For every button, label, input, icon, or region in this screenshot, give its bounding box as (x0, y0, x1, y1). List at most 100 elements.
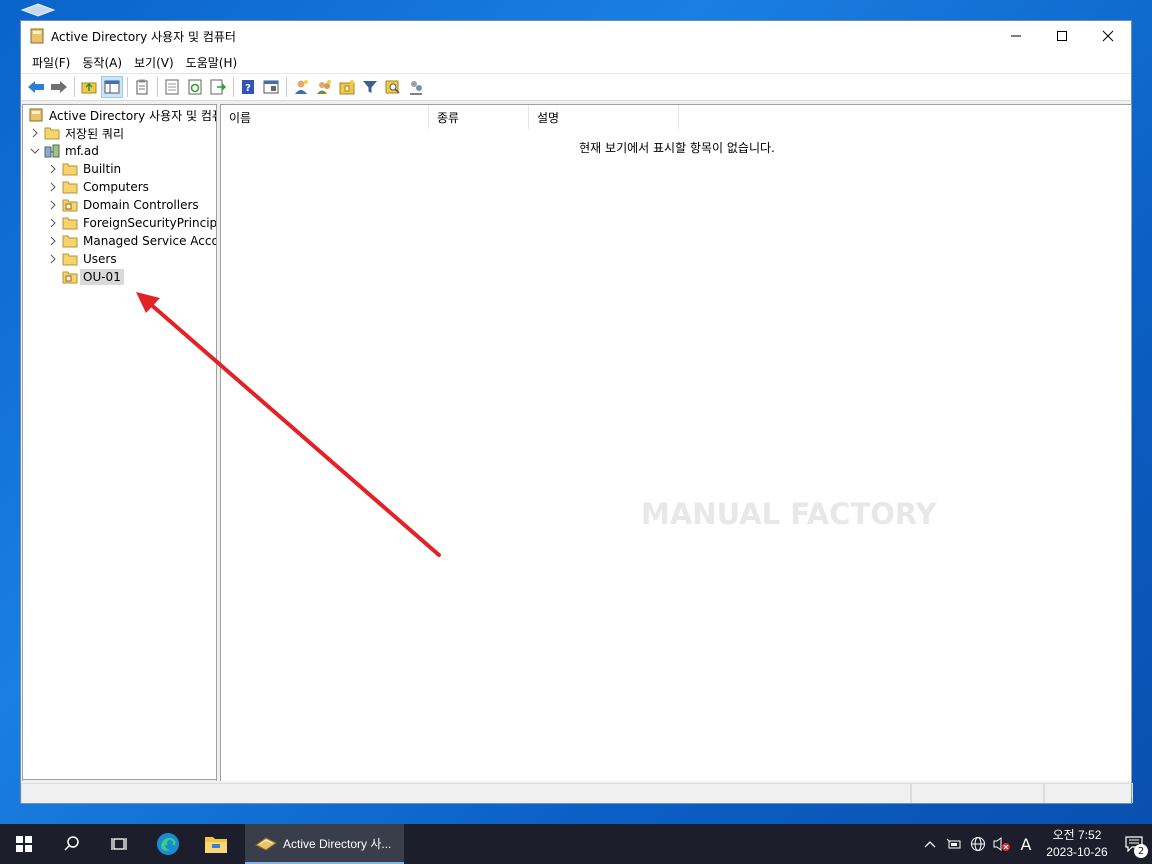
folder-icon (62, 163, 78, 176)
tree-item-ou-01[interactable]: OU-01 (46, 268, 124, 286)
tree-item-domain-controllers[interactable]: Domain Controllers (46, 196, 199, 214)
ime-mode-indicator: A (1020, 834, 1032, 854)
find-button[interactable] (382, 76, 404, 98)
tree-item-label: mf.ad (65, 144, 99, 158)
chevron-right-icon[interactable] (28, 128, 42, 138)
domain-icon (44, 144, 60, 158)
show-tree-icon (104, 80, 120, 94)
clock[interactable]: 오전 7:52 2023-10-26 (1038, 827, 1116, 861)
minimize-icon (1011, 35, 1021, 37)
title-bar: Active Directory 사용자 및 컴퓨터 (21, 21, 1131, 51)
ou-folder-icon (62, 199, 78, 212)
close-icon (1102, 30, 1114, 42)
edge-button[interactable] (144, 824, 192, 864)
folder-icon (62, 181, 78, 194)
show-hidden-icons-button[interactable] (918, 824, 942, 864)
network-button[interactable] (966, 824, 990, 864)
maximize-icon (1057, 31, 1067, 41)
find-icon (385, 80, 400, 94)
list-header: 이름 종류 설명 (221, 105, 1131, 129)
tree-item-saved-queries[interactable]: 저장된 쿼리 (28, 124, 124, 142)
ad-taskbar-icon (255, 837, 277, 851)
tree-item-label: ForeignSecurityPrincipals (83, 216, 217, 230)
properties-button[interactable] (161, 76, 183, 98)
toolbar-separator (286, 77, 287, 97)
detail-view-button[interactable] (260, 76, 282, 98)
menu-action[interactable]: 동작(A) (77, 54, 127, 71)
menu-file[interactable]: 파일(F) (27, 54, 75, 71)
battery-button[interactable] (942, 824, 966, 864)
up-one-level-button[interactable] (78, 76, 100, 98)
input-language-button[interactable]: A (1014, 824, 1038, 864)
desktop-shortcut-icon[interactable] (18, 0, 58, 18)
help-icon: ? (242, 80, 254, 94)
show-hide-tree-button[interactable] (101, 76, 123, 98)
clipboard-button[interactable] (131, 76, 153, 98)
folder-icon (44, 127, 60, 140)
tree-item-users[interactable]: Users (46, 250, 117, 268)
new-user-button[interactable] (290, 76, 312, 98)
chevron-up-icon (924, 841, 936, 848)
taskbar-app-active-directory[interactable]: Active Directory 사... (245, 824, 404, 864)
forward-button[interactable] (48, 76, 70, 98)
clock-time: 오전 7:52 (1052, 828, 1102, 842)
new-ou-button[interactable] (336, 76, 358, 98)
tree-item-builtin[interactable]: Builtin (46, 160, 121, 178)
notification-center-button[interactable]: 2 (1116, 824, 1152, 864)
tree-item-label: Builtin (83, 162, 122, 176)
tree-item-domain[interactable]: mf.ad (28, 142, 99, 160)
tree-item-computers[interactable]: Computers (46, 178, 149, 196)
export-list-button[interactable] (207, 76, 229, 98)
chevron-down-icon[interactable] (28, 147, 42, 155)
start-button[interactable] (0, 824, 48, 864)
volume-muted-icon (993, 837, 1010, 851)
maximize-button[interactable] (1039, 21, 1085, 51)
properties-icon (165, 79, 179, 95)
power-plug-icon (946, 838, 961, 849)
chevron-right-icon[interactable] (46, 200, 60, 210)
empty-list-message: 현재 보기에서 표시할 항목이 없습니다. (579, 141, 775, 155)
new-group-button[interactable] (313, 76, 335, 98)
tree-item-label: Computers (83, 180, 149, 194)
tree-item-label: 저장된 쿼리 (65, 126, 125, 141)
task-view-button[interactable] (96, 824, 144, 864)
tree-item-label: OU-01 (80, 269, 124, 285)
tree-item-foreign-security-principals[interactable]: ForeignSecurityPrincipals (46, 214, 217, 232)
chevron-right-icon[interactable] (46, 164, 60, 174)
chevron-right-icon[interactable] (46, 236, 60, 246)
new-ou-icon (339, 80, 355, 95)
refresh-button[interactable] (184, 76, 206, 98)
toolbar-separator (157, 77, 158, 97)
delegate-button[interactable] (405, 76, 427, 98)
search-button[interactable] (48, 824, 96, 864)
menu-view[interactable]: 보기(V) (129, 54, 179, 71)
tree-item-managed-service-accounts[interactable]: Managed Service Accou (46, 232, 216, 250)
column-header-name[interactable]: 이름 (221, 105, 429, 129)
column-header-type[interactable]: 종류 (429, 105, 529, 129)
filter-icon (363, 81, 377, 93)
toolbar-separator (233, 77, 234, 97)
file-explorer-button[interactable] (192, 824, 240, 864)
result-list[interactable]: 이름 종류 설명 현재 보기에서 표시할 항목이 없습니다. MANUAL FA… (220, 104, 1132, 798)
chevron-right-icon[interactable] (46, 254, 60, 264)
back-button[interactable] (25, 76, 47, 98)
toolbar-separator (127, 77, 128, 97)
task-view-icon (111, 838, 127, 850)
clock-date: 2023-10-26 (1046, 845, 1108, 859)
close-button[interactable] (1085, 21, 1131, 51)
minimize-button[interactable] (993, 21, 1039, 51)
tree-root[interactable]: Active Directory 사용자 및 컴퓨 (28, 106, 216, 124)
help-button[interactable]: ? (237, 76, 259, 98)
app-window: Active Directory 사용자 및 컴퓨터 파일(F) 동작(A) 보… (20, 20, 1133, 804)
globe-network-icon (971, 837, 985, 851)
column-header-description[interactable]: 설명 (529, 105, 679, 129)
new-group-icon (317, 80, 331, 94)
menu-help[interactable]: 도움말(H) (181, 54, 243, 71)
ad-root-icon (29, 108, 43, 122)
filter-button[interactable] (359, 76, 381, 98)
volume-button[interactable] (990, 824, 1014, 864)
ad-app-icon (30, 28, 44, 44)
chevron-right-icon[interactable] (46, 218, 60, 228)
console-tree: Active Directory 사용자 및 컴퓨 저장된 쿼리 mf.ad B… (22, 104, 217, 780)
chevron-right-icon[interactable] (46, 182, 60, 192)
